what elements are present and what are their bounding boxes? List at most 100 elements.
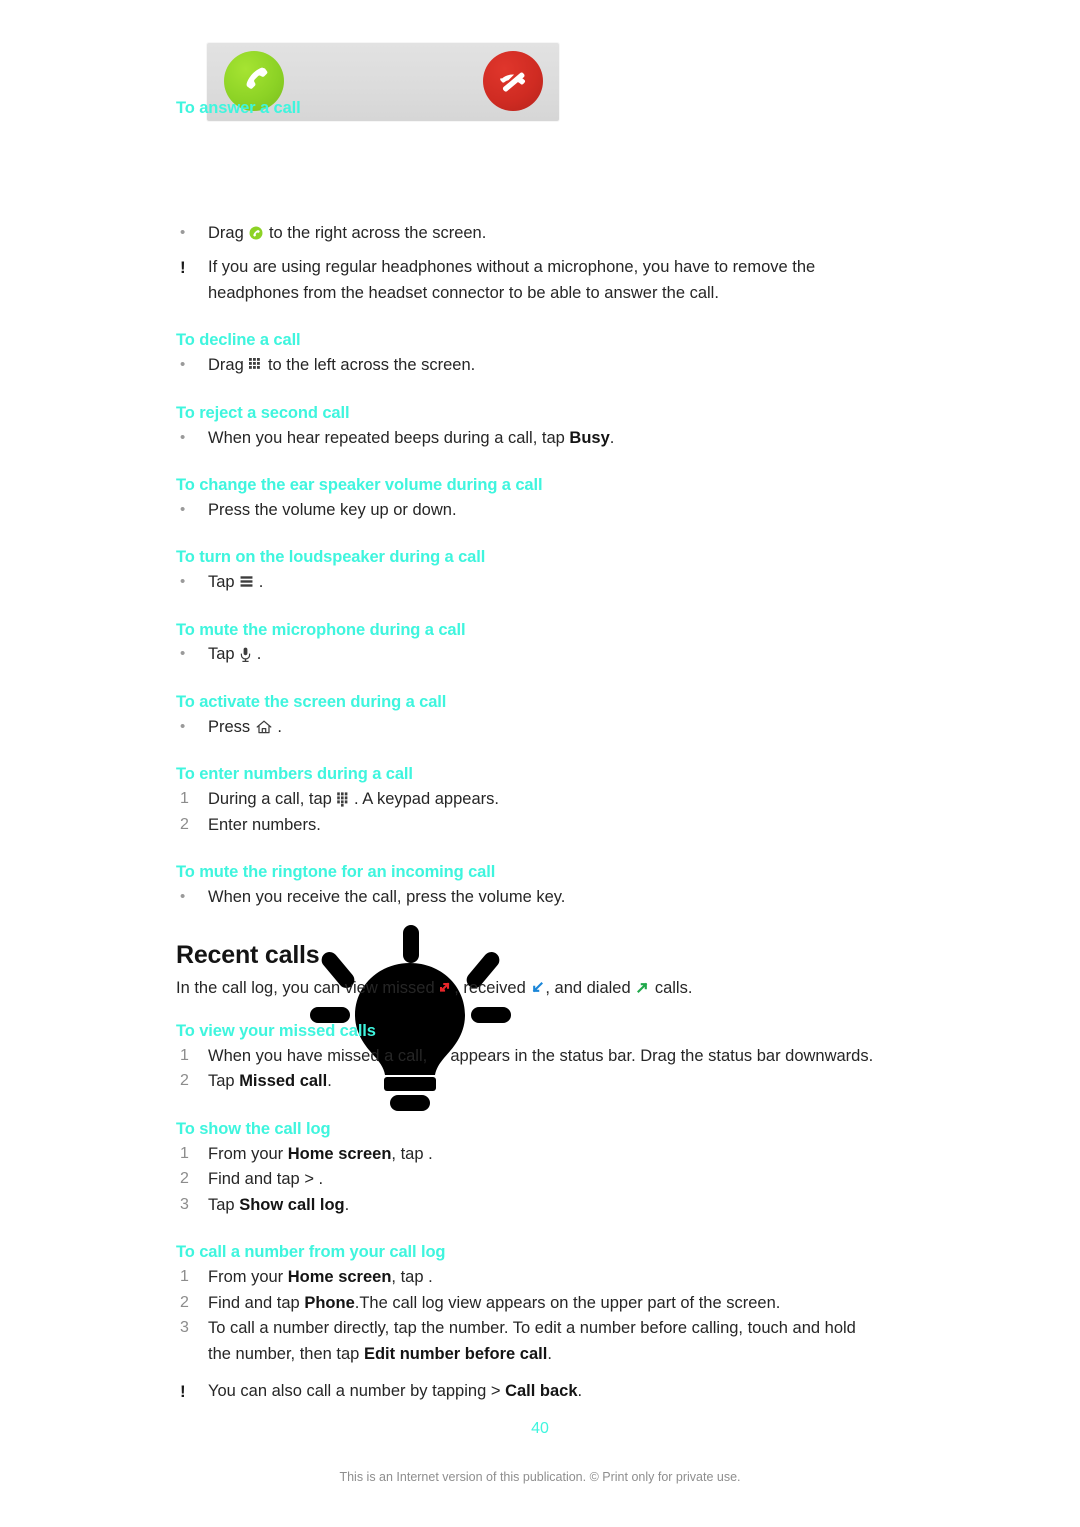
instruction-pre: Drag bbox=[208, 223, 244, 242]
list-item: • Drag to the right across the screen. bbox=[176, 221, 876, 247]
instruction-post: . bbox=[547, 1344, 552, 1363]
instruction-bold: Phone bbox=[304, 1293, 355, 1312]
footer-note: This is an Internet version of this publ… bbox=[339, 1470, 741, 1484]
call-number-step-2: Find and tap Phone.The call log view app… bbox=[208, 1291, 876, 1317]
intro-part-1: In the call log, you can view missed bbox=[176, 978, 440, 997]
instruction-pre: Tap bbox=[208, 1195, 240, 1214]
instruction-pre: When you have missed a call, bbox=[208, 1046, 432, 1065]
call-number-step-3: To call a number directly, tap the numbe… bbox=[208, 1316, 876, 1367]
list-item: 3 To call a number directly, tap the num… bbox=[176, 1316, 876, 1367]
list-item: 1 From your Home screen, tap . bbox=[176, 1142, 876, 1168]
instruction-pre: You can also call a number by tapping > bbox=[208, 1382, 506, 1401]
section-view-missed-calls: To view your missed calls 1 When you hav… bbox=[176, 1019, 876, 1095]
heading-loudspeaker: To turn on the loudspeaker during a call bbox=[176, 548, 486, 567]
heading-reject-second-call: To reject a second call bbox=[176, 403, 350, 422]
heading-show-call-log: To show the call log bbox=[176, 1119, 331, 1138]
section-reject-second-call: To reject a second call • When you hear … bbox=[176, 401, 876, 451]
list-item: 2 Enter numbers. bbox=[176, 813, 876, 839]
step-marker-1: 1 bbox=[180, 1144, 189, 1162]
note-item: ! You can also call a number by tapping … bbox=[176, 1379, 876, 1405]
note-item: ! If you are using regular headphones wi… bbox=[176, 255, 876, 306]
step-marker-2: 2 bbox=[180, 1170, 189, 1188]
instruction-post: , tap . bbox=[391, 1268, 433, 1287]
note-marker: ! bbox=[180, 1382, 186, 1402]
list-item: 2 Tap Missed call. bbox=[176, 1069, 876, 1095]
green-call-circle-icon bbox=[249, 226, 263, 240]
enter-numbers-step-1: During a call, tap . A keypad appears. bbox=[208, 787, 876, 813]
instruction-bold: Show call log bbox=[239, 1195, 345, 1214]
bullet-marker: • bbox=[180, 573, 186, 591]
instruction-bold: Busy bbox=[569, 428, 610, 447]
instruction-post: appears in the status bar. Drag the stat… bbox=[445, 1046, 874, 1065]
intro-part-4: calls. bbox=[650, 978, 693, 997]
dialed-call-arrow-icon bbox=[637, 982, 648, 993]
heading-answer-call: To answer a call bbox=[176, 99, 301, 117]
call-number-note: You can also call a number by tapping > … bbox=[208, 1379, 876, 1405]
bullet-marker: • bbox=[180, 645, 186, 663]
instruction-post: . bbox=[609, 428, 615, 447]
list-item: • When you hear repeated beeps during a … bbox=[176, 426, 876, 452]
instruction-post: . bbox=[577, 1382, 583, 1401]
instruction-bold: Edit number before call bbox=[363, 1344, 548, 1363]
section-recent-calls: Recent calls In the call log, you can vi… bbox=[176, 941, 876, 1002]
bullet-marker: • bbox=[180, 356, 186, 374]
bullet-marker: • bbox=[180, 500, 186, 518]
list-item: • Press the volume key up or down. bbox=[176, 498, 876, 524]
instruction-post: to the right across the screen. bbox=[268, 223, 487, 242]
bullet-marker: • bbox=[180, 428, 186, 446]
decline-call-instruction: Drag to the left across the screen. bbox=[208, 353, 876, 379]
instruction-pre: Press bbox=[208, 717, 251, 736]
microphone-icon bbox=[241, 648, 251, 663]
instruction-pre: During a call, tap bbox=[208, 790, 332, 809]
view-missed-calls-step-1: When you have missed a call, appears in … bbox=[208, 1044, 876, 1070]
section-answer-call: To answer a call • Drag to the right acr… bbox=[176, 96, 876, 306]
received-call-arrow-icon bbox=[533, 981, 544, 992]
instruction-post: . bbox=[344, 1195, 350, 1214]
bullet-marker: • bbox=[180, 717, 186, 735]
page-number: 40 bbox=[531, 1420, 549, 1437]
instruction-pre: Tap bbox=[208, 645, 235, 664]
call-number-step-1: From your Home screen, tap . bbox=[208, 1265, 876, 1291]
instruction-post: . bbox=[256, 645, 262, 664]
list-item: 1 From your Home screen, tap . bbox=[176, 1265, 876, 1291]
show-call-log-step-1: From your Home screen, tap . bbox=[208, 1142, 876, 1168]
heading-activate-screen: To activate the screen during a call bbox=[176, 693, 447, 711]
list-item: • Drag to the left across the screen. bbox=[176, 353, 876, 379]
step-marker-2: 2 bbox=[180, 1293, 189, 1311]
heading-call-number-from-log: To call a number from your call log bbox=[176, 1243, 446, 1262]
list-item: • Press . bbox=[176, 715, 876, 741]
intro-part-3: , and dialed bbox=[545, 978, 636, 997]
section-show-call-log: To show the call log 1 From your Home sc… bbox=[176, 1117, 876, 1218]
instruction-post: to the left across the screen. bbox=[267, 356, 476, 375]
list-item: 1 During a call, tap . A keypad appears. bbox=[176, 787, 876, 813]
step-marker-3: 3 bbox=[180, 1319, 189, 1337]
heading-mute-ringtone: To mute the ringtone for an incoming cal… bbox=[176, 863, 496, 882]
section-change-volume: To change the ear speaker volume during … bbox=[176, 473, 876, 523]
loudspeaker-instruction: Tap . bbox=[208, 570, 876, 596]
speaker-bars-icon bbox=[240, 576, 253, 587]
section-mute-microphone: To mute the microphone during a call • T… bbox=[176, 618, 876, 668]
instruction-pre: When you hear repeated beeps during a ca… bbox=[208, 428, 570, 447]
list-item: 3 Tap Show call log. bbox=[176, 1193, 876, 1219]
home-icon bbox=[256, 720, 272, 733]
missed-call-arrow-icon bbox=[440, 982, 450, 992]
section-decline-call: To decline a call • Drag to the left acr… bbox=[176, 328, 876, 378]
step-marker-1: 1 bbox=[180, 790, 189, 808]
instruction-post: . bbox=[277, 717, 282, 736]
keypad-icon bbox=[337, 792, 348, 807]
enter-numbers-step-2: Enter numbers. bbox=[208, 815, 321, 834]
instruction-bold: Call back bbox=[505, 1382, 578, 1401]
heading-view-missed-calls: To view your missed calls bbox=[176, 1022, 376, 1041]
section-activate-screen: To activate the screen during a call • P… bbox=[176, 690, 876, 740]
list-item: 2 Find and tap Phone.The call log view a… bbox=[176, 1291, 876, 1317]
instruction-post: , tap . bbox=[391, 1144, 433, 1163]
answer-call-note: If you are using regular headphones with… bbox=[208, 258, 816, 302]
step-marker-1: 1 bbox=[180, 1268, 189, 1286]
recent-calls-intro: In the call log, you can view missed , r… bbox=[176, 976, 876, 1002]
instruction-bold: Home screen bbox=[287, 1268, 392, 1287]
answer-call-instruction: Drag to the right across the screen. bbox=[208, 221, 876, 247]
instruction-pre: From your bbox=[208, 1268, 288, 1287]
view-missed-calls-step-2: Tap Missed call. bbox=[208, 1069, 876, 1095]
instruction-pre: Tap bbox=[208, 1072, 240, 1091]
heading-recent-calls: Recent calls bbox=[176, 940, 320, 969]
